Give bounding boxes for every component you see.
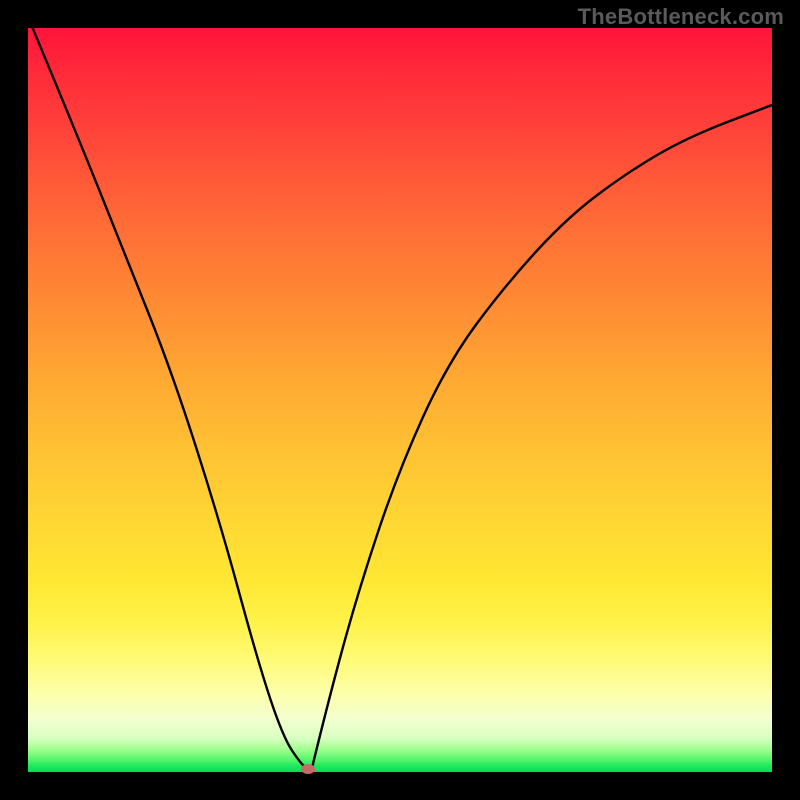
curve-right-branch [311,105,772,772]
watermark-text: TheBottleneck.com [578,4,784,30]
curve-left-branch [28,28,311,772]
optimum-marker [301,764,315,774]
chart-frame: TheBottleneck.com [0,0,800,800]
bottleneck-curve [28,28,772,772]
